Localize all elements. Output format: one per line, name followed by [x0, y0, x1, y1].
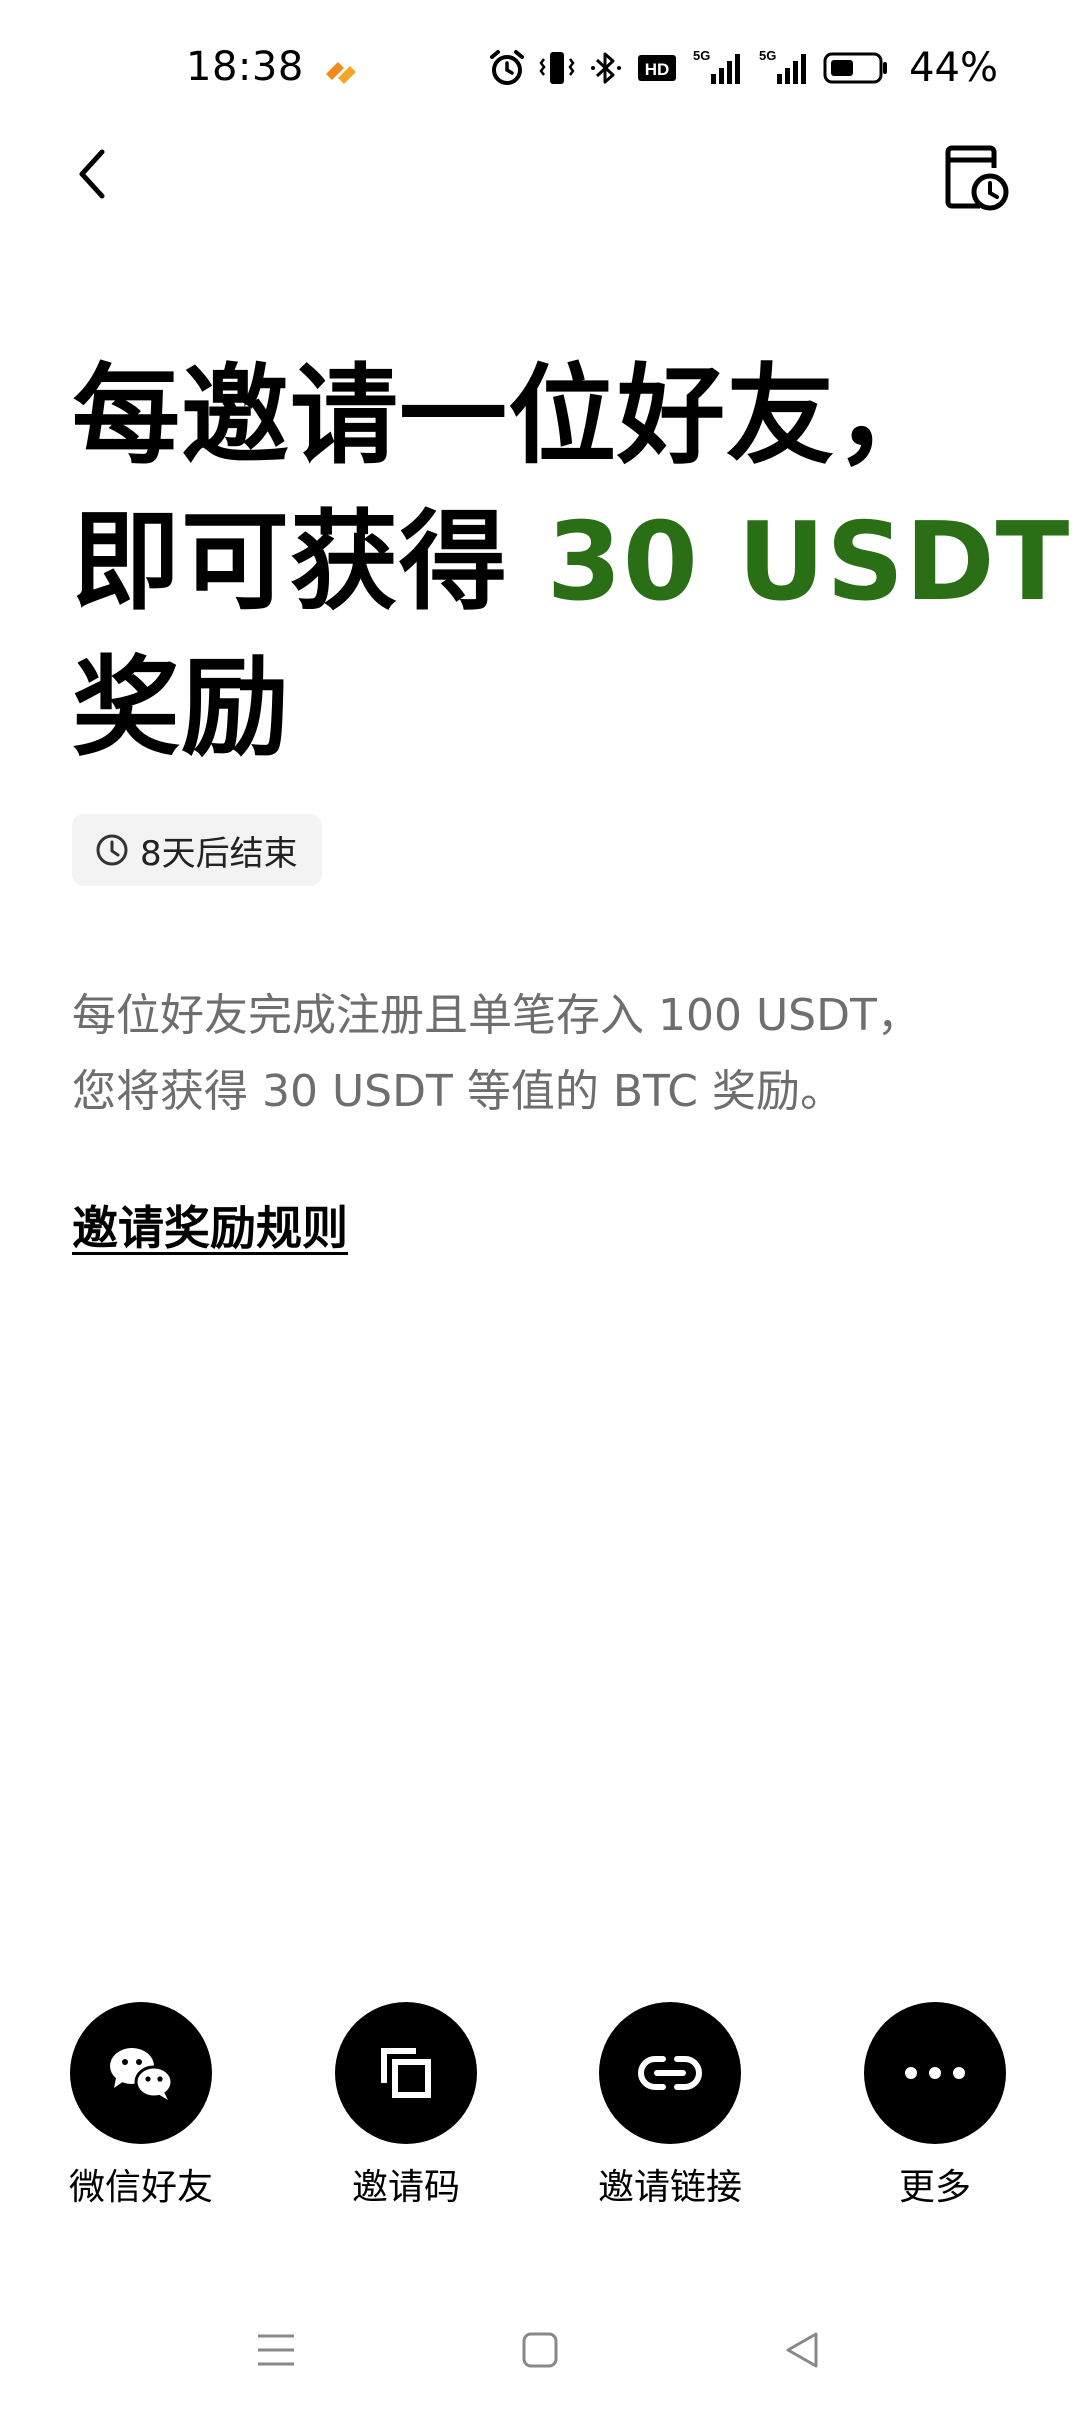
wechat-icon	[110, 2048, 174, 2100]
bluetooth-icon	[591, 52, 622, 84]
share-invite-link-label: 邀请链接	[597, 2167, 742, 2208]
headline: 每邀请一位好友， 即可获得 30 USDT 奖励	[72, 344, 1069, 782]
signal-5g-icon-1: 5G	[693, 48, 741, 84]
back-triangle-icon	[786, 2332, 818, 2368]
vibrate-icon	[539, 52, 575, 84]
home-button[interactable]	[510, 2320, 570, 2380]
description-line-2: 您将获得 30 USDT 等值的 BTC 奖励。	[72, 1066, 845, 1117]
share-wechat-button[interactable]: 微信好友	[41, 2002, 241, 2210]
status-icons: HD 5G 5G 44%	[489, 45, 998, 91]
countdown-badge: 8天后结束	[72, 814, 322, 886]
headline-line-2-prefix: 即可获得	[72, 500, 547, 625]
app-notification-icon	[326, 62, 356, 84]
share-invite-code-button[interactable]: 邀请码	[306, 2002, 506, 2210]
battery-icon	[823, 52, 888, 84]
invite-rules-link[interactable]: 邀请奖励规则	[72, 1192, 348, 1258]
share-invite-link-button[interactable]: 邀请链接	[570, 2002, 770, 2210]
share-more-button[interactable]: 更多	[835, 2002, 1035, 2210]
history-button[interactable]	[940, 142, 1014, 216]
share-invite-link-circle	[599, 2002, 741, 2144]
description: 每位好友完成注册且单笔存入 100 USDT， 您将获得 30 USDT 等值的…	[72, 978, 1032, 1130]
system-back-button[interactable]	[772, 2320, 832, 2380]
share-invite-code-circle	[335, 2002, 477, 2144]
headline-line-3: 奖励	[72, 646, 291, 771]
clock-icon	[96, 834, 128, 866]
copy-icon	[381, 2048, 431, 2098]
share-wechat-label: 微信好友	[68, 2167, 213, 2208]
share-wechat-circle	[70, 2002, 212, 2144]
network-label-2: 5G	[759, 48, 776, 63]
alarm-icon	[490, 50, 525, 85]
calendar-clock-icon	[945, 145, 1009, 211]
link-icon	[638, 2056, 702, 2090]
status-bar: 18:38 HD 5G 5G 44%	[0, 0, 1080, 140]
chevron-left-icon	[79, 149, 105, 199]
hd-label: HD	[645, 60, 670, 79]
headline-line-1: 每邀请一位好友，	[72, 354, 945, 479]
signal-5g-icon-2: 5G	[759, 48, 807, 84]
network-label-1: 5G	[693, 48, 710, 63]
headline-line-2: 即可获得 30 USDT	[72, 490, 1069, 636]
reward-amount: 30 USDT	[546, 500, 1071, 625]
back-button[interactable]	[64, 140, 134, 210]
share-more-circle	[864, 2002, 1006, 2144]
home-square-icon	[522, 2332, 558, 2368]
share-more-label: 更多	[898, 2167, 971, 2208]
battery-percent: 44%	[909, 45, 998, 91]
menu-lines-icon	[258, 2334, 294, 2366]
status-time: 18:38	[186, 44, 304, 90]
hd-icon: HD	[638, 55, 677, 81]
share-invite-code-label: 邀请码	[351, 2167, 460, 2208]
description-line-1: 每位好友完成注册且单笔存入 100 USDT，	[72, 990, 921, 1041]
system-navigation-bar	[0, 2290, 1080, 2400]
countdown-text: 8天后结束	[140, 833, 298, 874]
share-options: 微信好友 邀请码 邀请链接 更多	[0, 2002, 1080, 2208]
more-dots-icon	[905, 2067, 965, 2079]
recent-apps-button[interactable]	[246, 2320, 306, 2380]
